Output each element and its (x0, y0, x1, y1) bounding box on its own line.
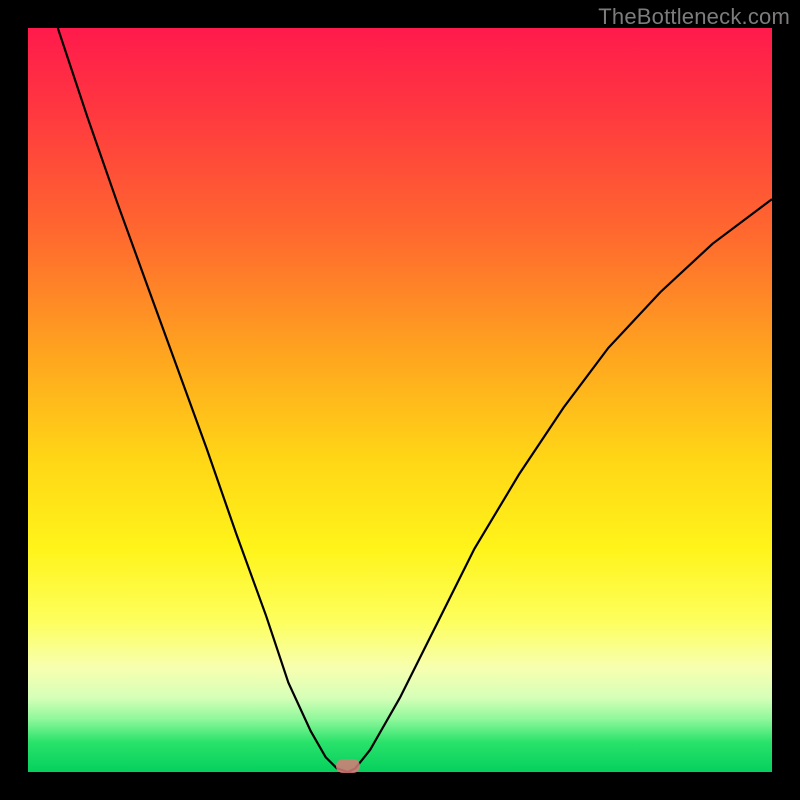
chart-frame: TheBottleneck.com (0, 0, 800, 800)
optimal-marker (336, 759, 360, 773)
bottleneck-curve (28, 28, 772, 772)
watermark-text: TheBottleneck.com (598, 4, 790, 30)
plot-area (28, 28, 772, 772)
